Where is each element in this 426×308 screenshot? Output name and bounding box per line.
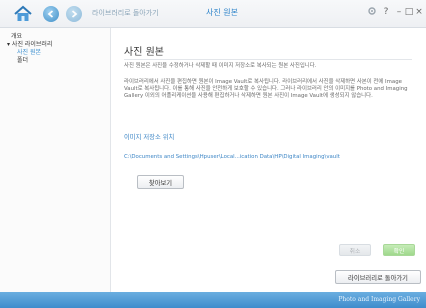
browse-button[interactable]: 찾아보기 xyxy=(137,175,184,189)
vault-location-path: C:\Documents and Settings\Hpuser\Local..… xyxy=(124,154,340,160)
cancel-button[interactable]: 취소 xyxy=(339,244,371,256)
forward-arrow-icon xyxy=(71,10,78,18)
return-to-library-button[interactable]: 라이브러리로 돌아가기 xyxy=(335,270,421,284)
forward-button[interactable] xyxy=(66,6,82,22)
ok-button[interactable]: 확인 xyxy=(383,244,415,256)
intro-text: 사진 원본은 사진을 수정하거나 삭제할 때 이미지 저장소로 복사되는 원본 … xyxy=(124,63,317,69)
footer-bar: Photo and Imaging Gallery xyxy=(0,292,426,308)
back-button[interactable] xyxy=(43,6,59,22)
sidebar-item-photo-library[interactable]: ▾ 사진 라이브러리 xyxy=(7,41,52,49)
breadcrumb-return-link[interactable]: 라이브러리로 돌아가기 xyxy=(92,8,159,18)
title-bar: 라이브러리로 돌아가기 사진 원본 ? – □ × xyxy=(0,0,426,28)
sidebar: 개요 ▾ 사진 라이브러리 사진 원본 폴더 xyxy=(0,28,111,292)
description-text: 라이브러리에서 사진을 편집하면 원본이 Image Vault로 복사됩니다.… xyxy=(124,79,408,100)
vault-location-heading: 이미지 저장소 위치 xyxy=(124,134,175,141)
sidebar-item-photo-originals[interactable]: 사진 원본 xyxy=(17,49,41,57)
settings-icon xyxy=(368,7,376,15)
page-title: 사진 원본 xyxy=(124,47,164,58)
sidebar-item-folders[interactable]: 폴더 xyxy=(17,57,28,65)
settings-button[interactable] xyxy=(366,6,378,20)
back-arrow-icon xyxy=(47,10,54,18)
help-button[interactable]: ? xyxy=(380,6,392,18)
window-title: 사진 원본 xyxy=(206,8,238,17)
brand-label: Photo and Imaging Gallery xyxy=(338,296,420,303)
home-icon xyxy=(14,5,32,21)
divider xyxy=(124,59,412,60)
main-panel: 사진 원본 사진 원본은 사진을 수정하거나 삭제할 때 이미지 저장소로 복사… xyxy=(111,28,426,292)
sidebar-item-overview[interactable]: 개요 xyxy=(11,33,22,41)
home-button[interactable] xyxy=(13,4,33,24)
close-button[interactable]: × xyxy=(413,6,425,18)
